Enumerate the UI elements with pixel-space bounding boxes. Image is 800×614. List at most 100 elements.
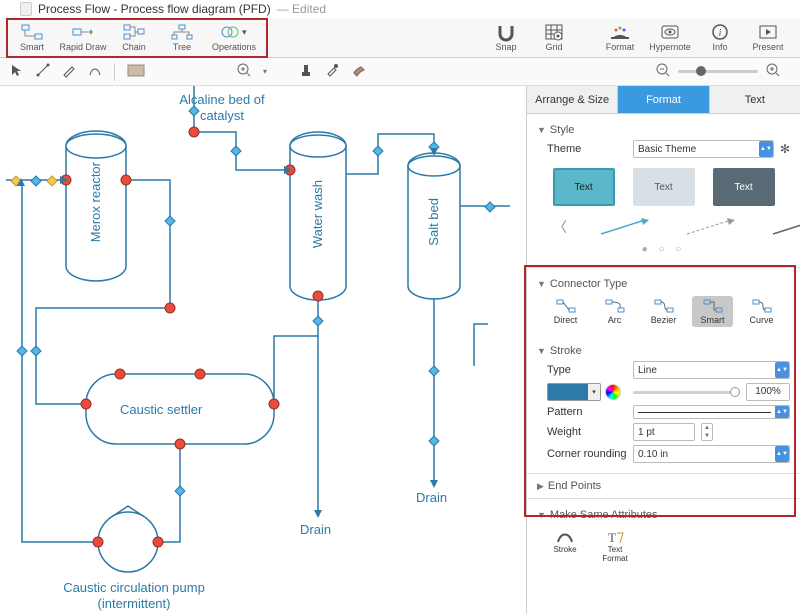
grid-button[interactable]: Grid [530,20,578,56]
arc-connector[interactable]: Arc [594,296,635,327]
smart-connector[interactable]: Smart [692,296,733,327]
weight-label: Weight [537,426,627,438]
document-icon [20,2,32,16]
line-tool-icon[interactable] [36,63,50,80]
endpoints-header[interactable]: ▶End Points [537,480,790,492]
smart-icon [21,23,43,41]
tree-icon [171,23,193,41]
page-dots[interactable]: ● ○ ○ [537,242,790,261]
edited-label: — Edited [277,2,326,16]
brush-icon[interactable] [351,63,367,80]
grid-icon [543,23,565,41]
stroke-type-select[interactable]: Line▲▼ [633,361,790,379]
pattern-select[interactable]: ▲▼ [633,405,790,419]
theme-label: Theme [537,143,627,155]
right-toolbar: Snap Grid Format Hypernote i Info Pr [482,20,792,56]
rapid-draw-label: Rapid Draw [59,42,106,52]
prev-icon[interactable]: 〈 [553,217,567,237]
pointer-tool-icon[interactable] [10,63,24,80]
dropdown-icon[interactable]: ▾ [263,67,267,76]
bezier-connector[interactable]: Bezier [643,296,684,327]
present-button[interactable]: Present [744,20,792,56]
zoom-slider[interactable] [678,70,758,73]
endpoints-section: ▶End Points [527,473,800,498]
rapid-draw-button[interactable]: Rapid Draw [56,20,110,56]
pump-label: Caustic circulation pump (intermittent) [44,580,224,611]
tree-label: Tree [173,42,191,52]
arrow-sample-2[interactable] [683,216,739,238]
titlebar: Process Flow - Process flow diagram (PFD… [0,0,800,18]
present-icon [757,23,779,41]
make-same-header[interactable]: ▼Make Same Attributes [537,509,790,521]
opacity-value[interactable]: 100% [746,383,790,401]
tree-button[interactable]: Tree [158,20,206,56]
opacity-slider[interactable] [633,391,740,394]
zoom-controls [656,63,780,80]
edit-tool-icon[interactable] [88,63,102,80]
stamp-icon[interactable] [299,63,313,80]
gear-icon[interactable]: ✻ [780,142,790,156]
make-same-stroke[interactable]: Stroke [547,529,583,563]
style-header[interactable]: ▼Style [537,124,790,136]
stroke-section: ▼Stroke Type Line▲▼ ▾ 100% Pattern ▲▼ We… [527,335,800,473]
document-title: Process Flow - Process flow diagram (PFD… [38,2,271,16]
connector-mode-group: Smart Rapid Draw Chain Tree ▾ Operations [8,20,262,56]
svg-text:▾: ▾ [242,27,247,37]
rapid-draw-icon [72,23,94,41]
operations-button[interactable]: ▾ Operations [206,20,262,56]
color-wheel-icon[interactable] [605,384,621,400]
theme-select[interactable]: Basic Theme▲▼ [633,140,774,158]
corner-rounding-label: Corner rounding [537,448,627,460]
info-icon: i [709,23,731,41]
caustic-settler-label: Caustic settler [120,402,202,418]
pen-tool-icon[interactable] [62,63,76,80]
tab-format[interactable]: Format [618,86,709,113]
arrow-sample-3[interactable] [769,216,800,238]
swatch-3[interactable]: Text [713,168,775,206]
operations-label: Operations [212,42,256,52]
corner-rounding-select[interactable]: 0.10 in▲▼ [633,445,790,463]
zoom-in-icon-2[interactable] [766,63,780,80]
stroke-type-label: Type [537,364,627,376]
stroke-color-select[interactable]: ▾ [547,383,601,401]
eyedropper-icon[interactable] [325,63,339,80]
zoom-in-icon[interactable] [237,63,251,80]
format-button[interactable]: Format [596,20,644,56]
theme-swatches: Text Text Text [537,162,790,212]
weight-input[interactable]: 1 pt [633,423,695,441]
stroke-header[interactable]: ▼Stroke [537,345,790,357]
drain1-label: Drain [300,522,331,538]
connector-type-section: ▼Connector Type Direct Arc Bezier Smart … [527,267,800,335]
salt-bed-label: Salt bed [426,198,442,246]
swatch-2[interactable]: Text [633,168,695,206]
connector-type-header[interactable]: ▼Connector Type [537,278,790,290]
hypernote-icon [659,23,681,41]
merox-label: Merox reactor [88,162,104,242]
water-wash-label: Water wash [310,180,326,248]
tab-text[interactable]: Text [710,86,800,113]
arrow-sample-1[interactable] [597,216,653,238]
chain-icon [123,23,145,41]
tab-arrange[interactable]: Arrange & Size [527,86,618,113]
weight-stepper[interactable]: ▲▼ [701,423,713,441]
smart-button[interactable]: Smart [8,20,56,56]
chain-label: Chain [122,42,146,52]
curve-connector[interactable]: Curve [741,296,782,327]
canvas[interactable]: Alcaline bed of catalyst Merox reactor W… [0,86,526,614]
inspector-sidebar: Arrange & Size Format Text ▼Style Theme … [526,86,800,614]
make-same-section: ▼Make Same Attributes Stroke TText Forma… [527,498,800,573]
snap-button[interactable]: Snap [482,20,530,56]
zoom-out-icon[interactable] [656,63,670,80]
separator [114,63,115,81]
info-button[interactable]: i Info [696,20,744,56]
svg-text:T: T [608,530,616,545]
make-same-text-format[interactable]: TText Format [597,529,633,563]
hypernote-button[interactable]: Hypernote [644,20,696,56]
swatch-1[interactable]: Text [553,168,615,206]
main-toolbar: Smart Rapid Draw Chain Tree ▾ Operations… [0,18,800,58]
library-icon[interactable] [127,63,145,80]
chain-button[interactable]: Chain [110,20,158,56]
format-icon [609,23,631,41]
direct-connector[interactable]: Direct [545,296,586,327]
inspector-tabs: Arrange & Size Format Text [527,86,800,114]
